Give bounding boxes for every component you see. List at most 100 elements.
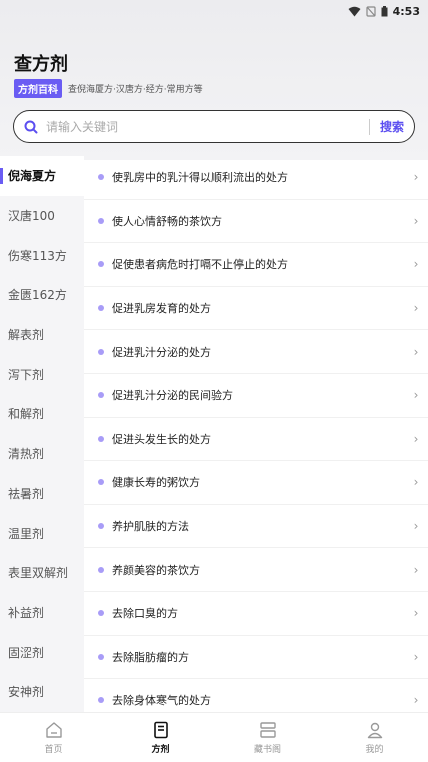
sidebar-item-jie-biao[interactable]: 解表剂 [0, 315, 84, 355]
list-item[interactable]: 养护肌肤的方法 › [84, 505, 428, 549]
bullet-dot [98, 479, 104, 486]
chevron-right-icon: › [413, 649, 419, 664]
chevron-right-icon: › [413, 519, 419, 534]
bookshelf-icon [259, 721, 276, 738]
chevron-right-icon: › [413, 344, 419, 359]
list-item[interactable]: 去除身体寒气的处方 › [84, 679, 428, 712]
sidebar-item-gu-se[interactable]: 固涩剂 [0, 632, 84, 672]
list-item-label: 促进头发生长的处方 [112, 432, 211, 446]
sidebar-item-label: 安神剂 [8, 685, 45, 700]
bullet-dot [98, 174, 104, 181]
bullet-dot [98, 653, 104, 660]
tab-label: 藏书阁 [253, 744, 281, 755]
list-item[interactable]: 去除脂肪瘤的方 › [84, 636, 428, 680]
sidebar-item-bu-yi[interactable]: 补益剂 [0, 593, 84, 633]
list-item[interactable]: 使乳房中的乳汁得以顺利流出的处方 › [84, 156, 428, 200]
bottom-tab-bar: 首页 方剂 藏书阁 我的 [0, 712, 428, 762]
chevron-right-icon: › [413, 475, 419, 490]
bullet-dot [98, 305, 104, 312]
list-item-label: 去除身体寒气的处方 [112, 694, 211, 708]
sidebar-item-label: 泻下剂 [8, 367, 45, 382]
list-item-label: 促进乳汁分泌的民间验方 [112, 389, 233, 403]
sidebar-item-qing-re[interactable]: 清热剂 [0, 434, 84, 474]
bullet-dot [98, 697, 104, 704]
list-item[interactable]: 促进乳汁分泌的民间验方 › [84, 374, 428, 418]
list-item-label: 促使患者病危时打嗝不止停止的处方 [112, 258, 288, 272]
list-item[interactable]: 去除口臭的方 › [84, 592, 428, 636]
list-item-label: 使乳房中的乳汁得以顺利流出的处方 [112, 171, 288, 185]
bullet-dot [98, 566, 104, 573]
sidebar-item-he-jie[interactable]: 和解剂 [0, 394, 84, 434]
sidebar-item-label: 倪海夏方 [8, 169, 57, 184]
bullet-dot [98, 261, 104, 268]
no-sim-icon [366, 5, 376, 17]
sidebar-item-han-tang-100[interactable]: 汉唐100 [0, 196, 84, 236]
sidebar-item-qu-shu[interactable]: 祛暑剂 [0, 474, 84, 514]
search-icon [24, 120, 38, 133]
list-item-label: 养颜美容的茶饮方 [112, 563, 200, 577]
home-icon [45, 721, 62, 738]
search-button[interactable]: 搜索 [380, 118, 404, 135]
sidebar-item-an-shen[interactable]: 安神剂 [0, 672, 84, 712]
list-item-label: 养护肌肤的方法 [112, 520, 189, 534]
sidebar-item-label: 和解剂 [8, 407, 45, 422]
wifi-icon [348, 6, 361, 16]
book-icon [153, 721, 168, 738]
bullet-dot [98, 217, 104, 224]
list-item[interactable]: 促使患者病危时打嗝不止停止的处方 › [84, 243, 428, 287]
bullet-dot [98, 348, 104, 355]
tab-formulas[interactable]: 方剂 [121, 721, 201, 755]
list-item[interactable]: 促进乳汁分泌的处方 › [84, 330, 428, 374]
user-icon [367, 722, 382, 738]
list-item[interactable]: 促进头发生长的处方 › [84, 418, 428, 462]
chevron-right-icon: › [413, 431, 419, 446]
list-item-label: 使人心情舒畅的茶饮方 [112, 214, 222, 228]
tab-label: 首页 [44, 744, 63, 755]
sidebar-item-jin-gui-162[interactable]: 金匮162方 [0, 275, 84, 315]
list-item[interactable]: 健康长寿的粥饮方 › [84, 461, 428, 505]
chevron-right-icon: › [413, 693, 419, 708]
sidebar-item-ni-hai-xia[interactable]: 倪海夏方 [0, 156, 84, 196]
search-input[interactable] [46, 119, 369, 134]
list-item-label: 去除脂肪瘤的方 [112, 650, 189, 664]
chevron-right-icon: › [413, 213, 419, 228]
list-item[interactable]: 使人心情舒畅的茶饮方 › [84, 200, 428, 244]
formula-list: 使乳房中的乳汁得以顺利流出的处方 › 使人心情舒畅的茶饮方 › 促使患者病危时打嗝不… [84, 156, 428, 712]
chevron-right-icon: › [413, 301, 419, 316]
bullet-dot [98, 435, 104, 442]
sidebar-item-label: 解表剂 [8, 328, 45, 343]
list-item[interactable]: 促进乳房发育的处方 › [84, 287, 428, 331]
bullet-dot [98, 523, 104, 530]
sidebar-item-label: 伤寒113方 [8, 248, 67, 263]
sidebar-item-label: 固涩剂 [8, 645, 45, 660]
sidebar-item-label: 清热剂 [8, 447, 45, 462]
tab-library[interactable]: 藏书阁 [228, 721, 308, 755]
search-divider [368, 118, 370, 135]
tab-profile[interactable]: 我的 [335, 721, 415, 755]
list-item[interactable]: 养颜美容的茶饮方 › [84, 548, 428, 592]
sidebar-item-xie-xia[interactable]: 泻下剂 [0, 354, 84, 394]
list-item-label: 健康长寿的粥饮方 [112, 476, 200, 490]
tab-label: 我的 [365, 744, 384, 755]
chevron-right-icon: › [413, 170, 419, 185]
sidebar-item-shang-han-113[interactable]: 伤寒113方 [0, 235, 84, 275]
status-time: 4:53 [392, 4, 420, 18]
sidebar-item-label: 温里剂 [8, 526, 45, 541]
category-badge: 方剂百科 [14, 79, 62, 98]
bullet-dot [98, 610, 104, 617]
search-bar: 搜索 [13, 110, 415, 143]
list-item-label: 促进乳汁分泌的处方 [112, 345, 211, 359]
list-item-label: 促进乳房发育的处方 [112, 302, 211, 316]
battery-icon [381, 5, 388, 16]
tab-label: 方剂 [151, 744, 170, 755]
sidebar-item-wen-li[interactable]: 温里剂 [0, 513, 84, 553]
category-sidebar: 倪海夏方 汉唐100 伤寒113方 金匮162方 解表剂 泻下剂 和解剂 清热剂… [0, 156, 84, 712]
status-bar: 4:53 [0, 0, 428, 22]
sidebar-item-label: 金匮162方 [8, 288, 67, 303]
page-subtitle: 查倪海厦方·汉唐方·经方·常用方等 [68, 85, 203, 95]
list-item-label: 去除口臭的方 [112, 607, 178, 621]
sidebar-item-label: 祛暑剂 [8, 486, 45, 501]
bullet-dot [98, 392, 104, 399]
tab-home[interactable]: 首页 [14, 721, 94, 755]
sidebar-item-biao-li-shuang-jie[interactable]: 表里双解剂 [0, 553, 84, 593]
